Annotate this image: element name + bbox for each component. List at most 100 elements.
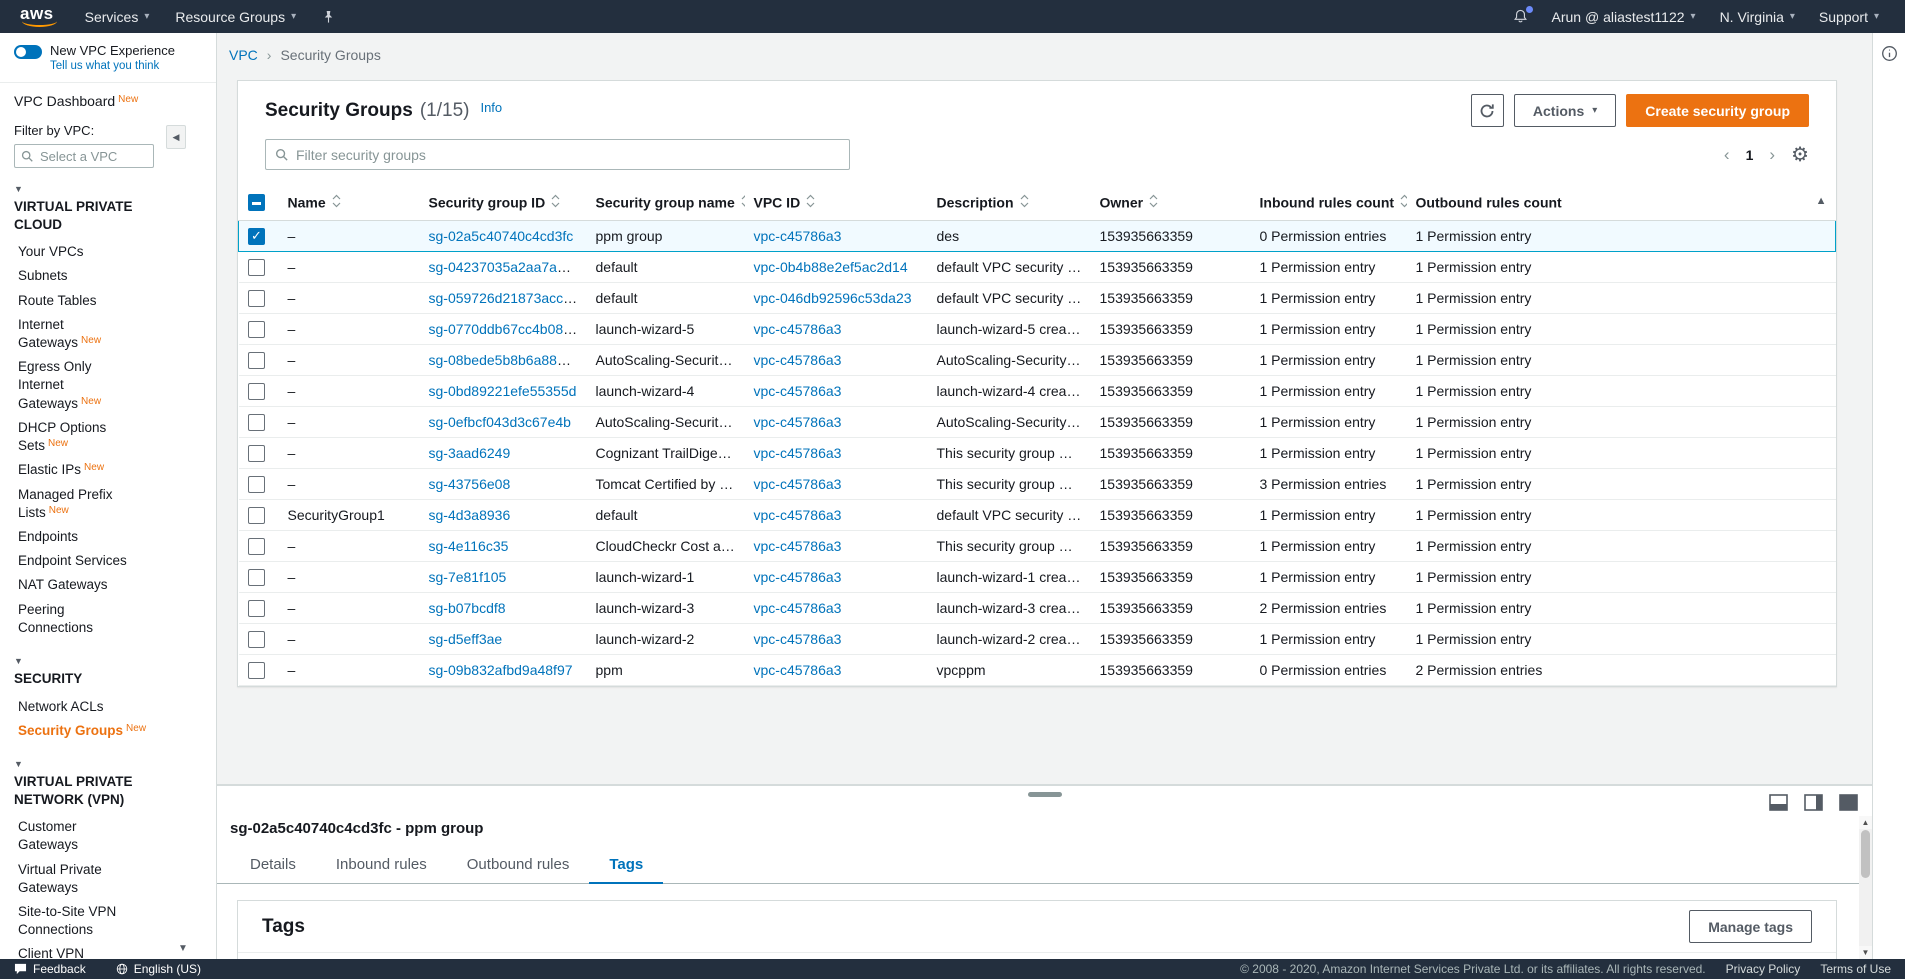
sort-icon[interactable]: [741, 195, 745, 211]
cell-vpc-id[interactable]: vpc-c45786a3: [754, 476, 842, 492]
sidebar-item-client-vpn-endpoints[interactable]: Client VPN Endpoints: [14, 942, 138, 959]
row-checkbox[interactable]: [248, 352, 265, 369]
split-panel-side-icon[interactable]: [1804, 794, 1823, 811]
sort-icon[interactable]: [1020, 195, 1029, 211]
row-checkbox[interactable]: [248, 662, 265, 679]
row-checkbox[interactable]: [248, 259, 265, 276]
previous-page-button[interactable]: ‹: [1724, 146, 1730, 163]
language-selector[interactable]: English (US): [116, 962, 201, 976]
services-menu[interactable]: Services ▾: [85, 9, 150, 25]
tab-tags[interactable]: Tags: [589, 849, 663, 884]
new-experience-toggle[interactable]: [14, 45, 42, 59]
section-collapse-icon[interactable]: ▼: [14, 759, 202, 769]
row-checkbox[interactable]: [248, 383, 265, 400]
cell-vpc-id[interactable]: vpc-c45786a3: [754, 538, 842, 554]
table-row[interactable]: –sg-3aad6249Cognizant TrailDigest (…vpc-…: [239, 437, 1836, 468]
next-page-button[interactable]: ›: [1769, 146, 1775, 163]
sort-icon[interactable]: [332, 195, 341, 211]
tab-inbound-rules[interactable]: Inbound rules: [316, 849, 447, 883]
table-row[interactable]: –sg-4e116c35CloudCheckr Cost and …vpc-c4…: [239, 530, 1836, 561]
aws-logo[interactable]: aws: [18, 4, 59, 29]
section-collapse-icon[interactable]: ▼: [14, 656, 202, 666]
sort-icon[interactable]: [1149, 195, 1158, 211]
sidebar-item-peering-connections[interactable]: Peering Connections: [14, 598, 138, 640]
table-row[interactable]: –sg-02a5c40740c4cd3fcppm groupvpc-c45786…: [239, 220, 1836, 251]
cell-security-group-id[interactable]: sg-4e116c35: [429, 538, 509, 554]
sidebar-item-egress-only-internet-gateways[interactable]: Egress Only Internet GatewaysNew: [14, 355, 138, 416]
row-checkbox[interactable]: [248, 600, 265, 617]
sidebar-item-customer-gateways[interactable]: Customer Gateways: [14, 815, 138, 857]
cell-security-group-id[interactable]: sg-3aad6249: [429, 445, 511, 461]
cell-vpc-id[interactable]: vpc-046db92596c53da23: [754, 290, 912, 306]
sort-icon[interactable]: [806, 195, 815, 211]
sort-icon[interactable]: [551, 195, 560, 211]
experience-feedback-link[interactable]: Tell us what you think: [50, 60, 175, 72]
row-checkbox[interactable]: [248, 445, 265, 462]
row-checkbox[interactable]: [248, 414, 265, 431]
row-checkbox[interactable]: [248, 476, 265, 493]
row-checkbox[interactable]: [248, 538, 265, 555]
table-row[interactable]: –sg-0bd89221efe55355dlaunch-wizard-4vpc-…: [239, 375, 1836, 406]
split-panel-full-icon[interactable]: [1839, 794, 1858, 811]
info-icon[interactable]: [1873, 45, 1905, 62]
cell-security-group-id[interactable]: sg-d5eff3ae: [429, 631, 503, 647]
sidebar-item-subnets[interactable]: Subnets: [14, 264, 138, 288]
select-all-checkbox[interactable]: [248, 194, 265, 211]
sort-icon[interactable]: [1400, 195, 1406, 211]
cell-vpc-id[interactable]: vpc-c45786a3: [754, 414, 842, 430]
cell-vpc-id[interactable]: vpc-0b4b88e2ef5ac2d14: [754, 259, 908, 275]
cell-vpc-id[interactable]: vpc-c45786a3: [754, 569, 842, 585]
cell-security-group-id[interactable]: sg-7e81f105: [429, 569, 507, 585]
create-security-group-button[interactable]: Create security group: [1626, 94, 1809, 127]
sidebar-item-network-acls[interactable]: Network ACLs: [14, 695, 138, 719]
table-row[interactable]: –sg-059726d21873accabdefaultvpc-046db925…: [239, 282, 1836, 313]
table-row[interactable]: –sg-0770ddb67cc4b0886launch-wizard-5vpc-…: [239, 313, 1836, 344]
cell-security-group-id[interactable]: sg-0770ddb67cc4b0886: [429, 321, 579, 337]
column-header-owner[interactable]: Owner: [1091, 184, 1251, 220]
privacy-policy-link[interactable]: Privacy Policy: [1726, 962, 1801, 976]
resource-groups-menu[interactable]: Resource Groups ▾: [175, 9, 296, 25]
cell-security-group-id[interactable]: sg-43756e08: [429, 476, 511, 492]
scrollbar-thumb[interactable]: [1861, 830, 1870, 878]
cell-security-group-id[interactable]: sg-b07bcdf8: [429, 600, 506, 616]
sidebar-item-dhcp-options-sets[interactable]: DHCP Options SetsNew: [14, 416, 138, 458]
sidebar-item-site-to-site-vpn-connections[interactable]: Site-to-Site VPN Connections: [14, 900, 138, 942]
column-header-description[interactable]: Description: [928, 184, 1091, 220]
current-page[interactable]: 1: [1746, 147, 1754, 163]
support-menu[interactable]: Support ▾: [1819, 9, 1879, 25]
account-menu[interactable]: Arun @ aliastest1122 ▾: [1552, 9, 1696, 25]
sidebar-scroll-down-icon[interactable]: ▼: [178, 943, 188, 954]
notifications-bell-icon[interactable]: [1513, 9, 1528, 24]
row-checkbox[interactable]: [248, 228, 265, 245]
feedback-button[interactable]: Feedback: [14, 962, 86, 976]
sidebar-item-security-groups[interactable]: Security GroupsNew: [14, 719, 138, 743]
cell-vpc-id[interactable]: vpc-c45786a3: [754, 600, 842, 616]
actions-button[interactable]: Actions ▾: [1514, 94, 1616, 127]
column-header-security-group-id[interactable]: Security group ID: [420, 184, 587, 220]
table-row[interactable]: –sg-0efbcf043d3c67e4bAutoScaling-Securit…: [239, 406, 1836, 437]
settings-gear-icon[interactable]: ⚙: [1791, 145, 1809, 165]
scroll-up-icon[interactable]: ▲: [1859, 816, 1872, 829]
sidebar-item-endpoint-services[interactable]: Endpoint Services: [14, 549, 138, 573]
row-checkbox[interactable]: [248, 321, 265, 338]
row-checkbox[interactable]: [248, 569, 265, 586]
cell-security-group-id[interactable]: sg-0efbcf043d3c67e4b: [429, 414, 571, 430]
table-row[interactable]: –sg-08bede5b8b6a88c6aAutoScaling-Securit…: [239, 344, 1836, 375]
tab-details[interactable]: Details: [230, 849, 316, 883]
cell-security-group-id[interactable]: sg-09b832afbd9a48f97: [429, 662, 573, 678]
sidebar-item-managed-prefix-lists[interactable]: Managed Prefix ListsNew: [14, 483, 138, 525]
sidebar-item-your-vpcs[interactable]: Your VPCs: [14, 240, 138, 264]
column-header-inbound-rules-count[interactable]: Inbound rules count: [1251, 184, 1407, 220]
column-header-name[interactable]: Name: [279, 184, 420, 220]
cell-vpc-id[interactable]: vpc-c45786a3: [754, 383, 842, 399]
cell-vpc-id[interactable]: vpc-c45786a3: [754, 631, 842, 647]
sidebar-collapse-button[interactable]: ◀: [166, 125, 186, 149]
table-row[interactable]: SecurityGroup1sg-4d3a8936defaultvpc-c457…: [239, 499, 1836, 530]
cell-vpc-id[interactable]: vpc-c45786a3: [754, 228, 842, 244]
row-checkbox[interactable]: [248, 631, 265, 648]
sidebar-item-internet-gateways[interactable]: Internet GatewaysNew: [14, 313, 138, 355]
cell-vpc-id[interactable]: vpc-c45786a3: [754, 662, 842, 678]
cell-vpc-id[interactable]: vpc-c45786a3: [754, 507, 842, 523]
tab-outbound-rules[interactable]: Outbound rules: [447, 849, 590, 883]
sidebar-item-nat-gateways[interactable]: NAT Gateways: [14, 573, 138, 597]
